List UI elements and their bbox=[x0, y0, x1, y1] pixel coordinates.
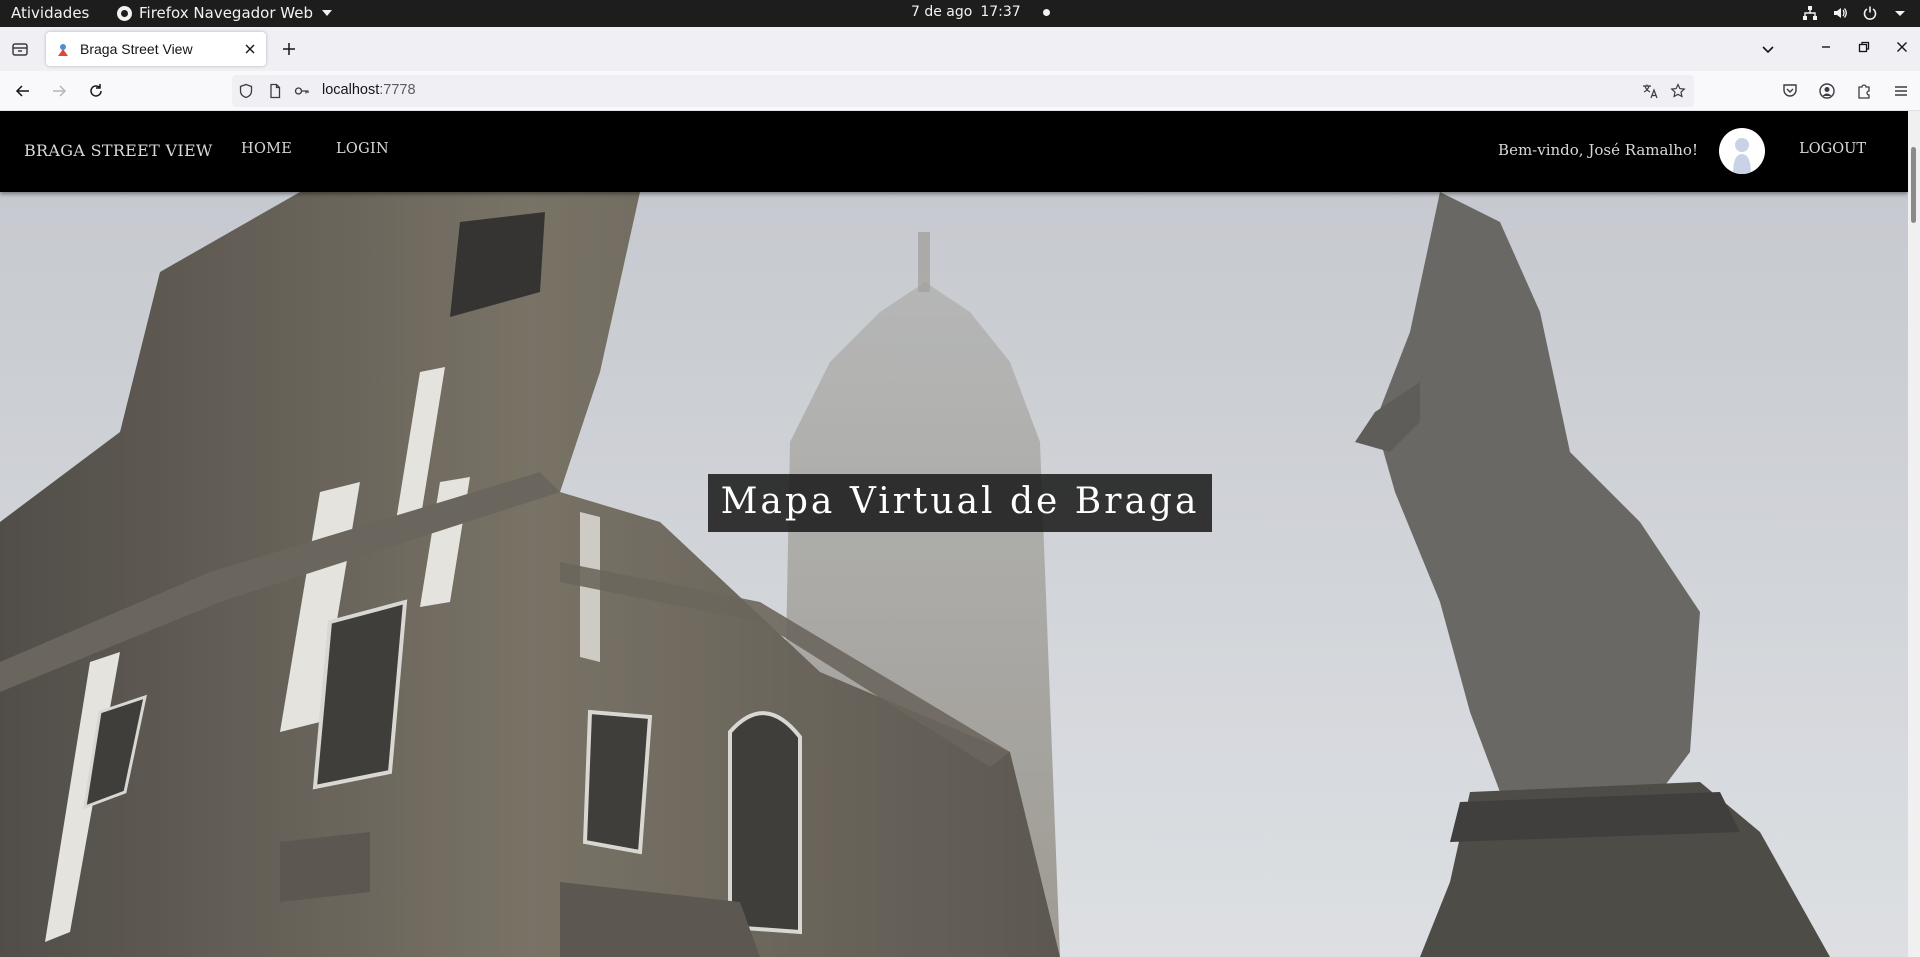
page-scrollbar[interactable] bbox=[1908, 111, 1920, 957]
reload-icon[interactable] bbox=[87, 82, 105, 100]
translate-icon[interactable] bbox=[1642, 83, 1658, 99]
site-brand[interactable]: BRAGA STREET VIEW bbox=[24, 141, 213, 160]
system-tray[interactable] bbox=[1802, 5, 1908, 21]
tab-strip: Braga Street View bbox=[0, 27, 1920, 71]
tab-title: Braga Street View bbox=[80, 41, 193, 57]
hero-background-image bbox=[0, 192, 1908, 957]
menu-icon[interactable] bbox=[1892, 82, 1910, 104]
restore-icon[interactable] bbox=[1856, 39, 1872, 59]
minimize-icon[interactable] bbox=[1818, 39, 1834, 59]
back-icon[interactable] bbox=[14, 82, 32, 100]
url-bar[interactable]: localhost:7778 bbox=[232, 75, 1694, 107]
navigation-toolbar: localhost:7778 bbox=[0, 71, 1920, 111]
app-name: Firefox Navegador Web bbox=[139, 4, 313, 22]
chevron-down-icon bbox=[1892, 5, 1908, 21]
caret-down-icon bbox=[321, 10, 332, 16]
clock[interactable]: 7 de ago 17:37 bbox=[911, 4, 1050, 20]
forward-icon[interactable] bbox=[50, 82, 68, 100]
window-controls bbox=[1818, 39, 1910, 59]
nav-login[interactable]: LOGIN bbox=[336, 141, 389, 157]
extensions-icon[interactable] bbox=[1855, 82, 1873, 104]
page-icon[interactable] bbox=[267, 83, 283, 99]
nav-home[interactable]: HOME bbox=[241, 141, 292, 157]
tab-braga-street-view[interactable]: Braga Street View bbox=[46, 32, 266, 66]
welcome-message: Bem-vindo, José Ramalho! bbox=[1498, 141, 1698, 159]
hero-banner: Mapa Virtual de Braga bbox=[0, 192, 1908, 957]
logout-link[interactable]: LOGOUT bbox=[1799, 141, 1866, 157]
time-label: 17:37 bbox=[980, 4, 1021, 20]
close-tab-icon[interactable] bbox=[242, 41, 258, 57]
firefox-icon bbox=[117, 5, 132, 21]
firefox-view-icon[interactable] bbox=[10, 39, 30, 59]
power-icon bbox=[1862, 5, 1878, 21]
notification-dot-icon bbox=[1042, 8, 1050, 16]
site-navbar: BRAGA STREET VIEW HOME LOGIN Bem-vindo, … bbox=[0, 111, 1908, 192]
toolbar-right bbox=[1781, 82, 1910, 104]
network-icon bbox=[1802, 5, 1818, 21]
pocket-icon[interactable] bbox=[1781, 82, 1799, 104]
account-icon[interactable] bbox=[1818, 82, 1836, 104]
shield-icon[interactable] bbox=[238, 83, 254, 99]
key-icon[interactable] bbox=[294, 83, 310, 99]
url-text[interactable]: localhost:7778 bbox=[322, 82, 416, 98]
volume-icon bbox=[1832, 5, 1848, 21]
date-label: 7 de ago bbox=[911, 4, 973, 20]
star-icon[interactable] bbox=[1670, 83, 1686, 99]
avatar[interactable] bbox=[1719, 128, 1765, 174]
system-top-bar: Atividades Firefox Navegador Web 7 de ag… bbox=[0, 0, 1920, 27]
activities-button[interactable]: Atividades bbox=[11, 4, 89, 22]
page-favicon-icon bbox=[56, 42, 70, 56]
hero-title: Mapa Virtual de Braga bbox=[708, 474, 1212, 532]
scrollbar-thumb[interactable] bbox=[1911, 147, 1916, 223]
url-port: :7778 bbox=[379, 82, 416, 98]
new-tab-icon[interactable] bbox=[280, 40, 298, 58]
app-menu[interactable]: Firefox Navegador Web bbox=[117, 4, 332, 22]
close-window-icon[interactable] bbox=[1894, 39, 1910, 59]
web-page: BRAGA STREET VIEW HOME LOGIN Bem-vindo, … bbox=[0, 111, 1908, 957]
url-host: localhost bbox=[322, 82, 380, 98]
list-all-tabs-icon[interactable] bbox=[1760, 41, 1776, 61]
